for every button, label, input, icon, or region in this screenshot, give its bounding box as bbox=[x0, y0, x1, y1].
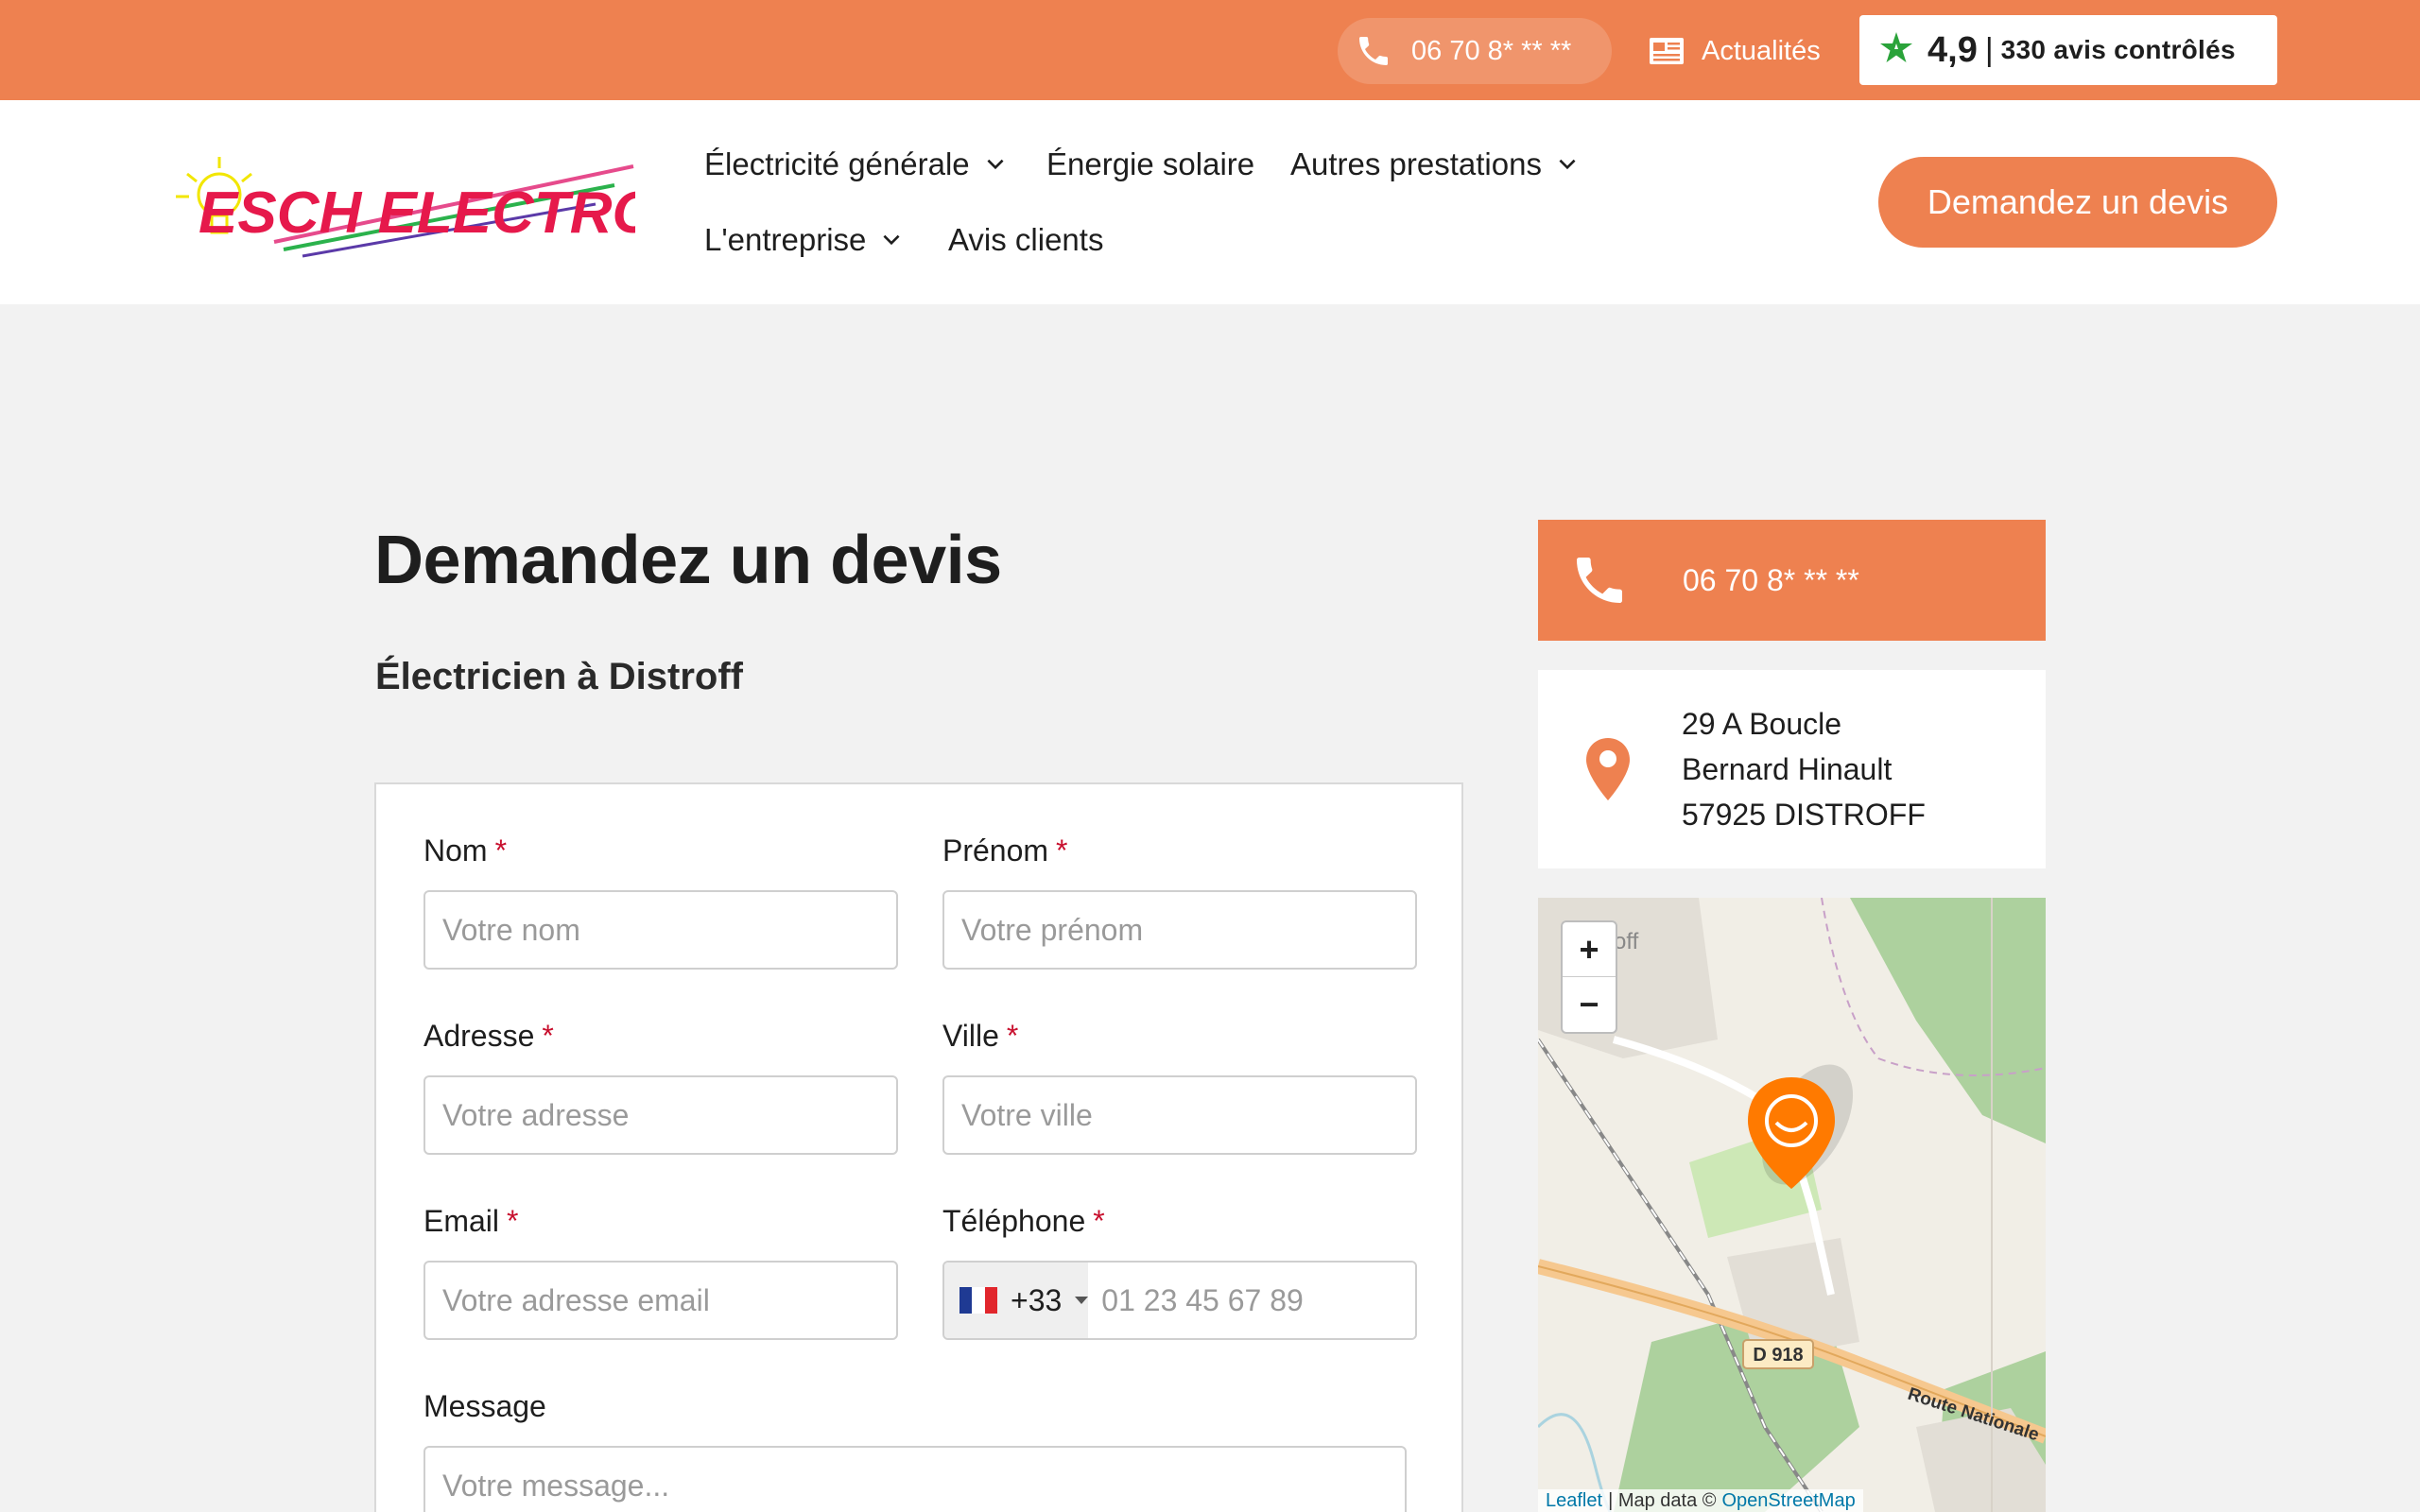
topbar-phone-number: 06 70 8* ** ** bbox=[1411, 35, 1572, 66]
road-label-d918: D 918 bbox=[1753, 1345, 1803, 1366]
nav-label: Autres prestations bbox=[1290, 146, 1542, 181]
nav-entreprise[interactable]: L'entreprise bbox=[704, 216, 904, 264]
sidebar-phone-number: 06 70 8* ** ** bbox=[1683, 562, 1859, 597]
topbar-phone-button[interactable]: 06 70 8* ** ** bbox=[1338, 18, 1612, 84]
sidebar-address: 29 A Boucle Bernard Hinault 57925 DISTRO… bbox=[1538, 670, 2046, 868]
nav-label: Électricité générale bbox=[704, 146, 970, 181]
address-lines: 29 A Boucle Bernard Hinault 57925 DISTRO… bbox=[1682, 701, 1926, 837]
chevron-down-icon bbox=[883, 234, 900, 246]
attribution-text: | Map data © bbox=[1608, 1489, 1717, 1511]
nav-avis-clients[interactable]: Avis clients bbox=[948, 216, 1103, 264]
nav-label: Énergie solaire bbox=[1046, 146, 1255, 181]
nav-label: Avis clients bbox=[948, 222, 1104, 257]
leaflet-link[interactable]: Leaflet bbox=[1546, 1490, 1602, 1512]
caret-down-icon bbox=[1075, 1297, 1089, 1304]
first-name-input[interactable] bbox=[942, 890, 1417, 970]
zoom-control: + − bbox=[1561, 920, 1617, 1034]
rating-separator: | bbox=[1984, 31, 1994, 68]
zoom-in-button[interactable]: + bbox=[1563, 922, 1616, 977]
message-input[interactable] bbox=[424, 1446, 1407, 1512]
nav-electricite-generale[interactable]: Électricité générale bbox=[704, 141, 1008, 188]
phone-field: +33 bbox=[942, 1261, 1417, 1340]
map-attribution: Leaflet | Map data © OpenStreetMap bbox=[1538, 1489, 1863, 1512]
email-input[interactable] bbox=[424, 1261, 898, 1340]
required-mark: * bbox=[1006, 1019, 1019, 1053]
chevron-down-icon bbox=[1559, 159, 1576, 170]
city-label: Ville * bbox=[942, 1019, 1019, 1053]
newspaper-icon bbox=[1650, 38, 1684, 64]
quote-form: Nom* Prénom* Adresse* Ville* Email* Télé… bbox=[374, 782, 1463, 1512]
phone-icon bbox=[1359, 37, 1388, 65]
phone-input[interactable] bbox=[1088, 1263, 1415, 1338]
osm-link[interactable]: OpenStreetMap bbox=[1722, 1490, 1856, 1512]
logo-text: ESCH ELECTRO bbox=[199, 180, 635, 246]
sidebar-phone-button[interactable]: 06 70 8* ** ** bbox=[1538, 520, 2046, 641]
nav-autres-prestations[interactable]: Autres prestations bbox=[1290, 141, 1580, 188]
rating-badge[interactable]: 4,9 | 330 avis contrôlés bbox=[1859, 15, 2277, 85]
company-logo[interactable]: ESCH ELECTRO bbox=[142, 138, 635, 270]
review-star-icon bbox=[1880, 32, 1912, 62]
top-bar: 06 70 8* ** ** Actualités 4,9 | 330 avis… bbox=[0, 0, 2420, 100]
address-input[interactable] bbox=[424, 1075, 898, 1155]
site-header: ESCH ELECTRO Électricité générale Énergi… bbox=[0, 100, 2420, 304]
zoom-out-button[interactable]: − bbox=[1563, 977, 1616, 1032]
phone-label: Téléphone * bbox=[942, 1204, 1105, 1238]
required-mark: * bbox=[507, 1204, 519, 1238]
country-code-select[interactable]: +33 bbox=[944, 1263, 1089, 1338]
rating-reviews: 330 avis contrôlés bbox=[2000, 35, 2236, 64]
last-name-input[interactable] bbox=[424, 890, 898, 970]
message-label: Message bbox=[424, 1389, 546, 1423]
news-link[interactable]: Actualités bbox=[1649, 28, 1821, 74]
address-line: 29 A Boucle bbox=[1682, 707, 1842, 741]
rating-score: 4,9 bbox=[1927, 29, 1978, 70]
phone-icon bbox=[1577, 558, 1622, 603]
dial-code: +33 bbox=[1011, 1282, 1063, 1317]
city-input[interactable] bbox=[942, 1075, 1417, 1155]
required-mark: * bbox=[542, 1019, 554, 1053]
news-label: Actualités bbox=[1702, 35, 1821, 66]
location-map[interactable]: D 918 Route Nationale off + − Leaflet | … bbox=[1538, 898, 2046, 1512]
required-mark: * bbox=[1056, 833, 1068, 868]
last-name-label: Nom * bbox=[424, 833, 508, 868]
required-mark: * bbox=[494, 833, 508, 868]
france-flag-icon bbox=[959, 1287, 997, 1314]
request-quote-button[interactable]: Demandez un devis bbox=[1878, 157, 2277, 248]
address-label: Adresse * bbox=[424, 1019, 554, 1053]
address-line: 57925 DISTROFF bbox=[1682, 798, 1926, 832]
email-label: Email * bbox=[424, 1204, 519, 1238]
nav-label: L'entreprise bbox=[704, 222, 867, 257]
required-mark: * bbox=[1093, 1204, 1105, 1238]
page-title: Demandez un devis bbox=[374, 523, 1002, 598]
nav-energie-solaire[interactable]: Énergie solaire bbox=[1046, 141, 1254, 188]
chevron-down-icon bbox=[987, 159, 1004, 170]
location-pin-icon bbox=[1586, 738, 1630, 800]
page-subtitle: Électricien à Distroff bbox=[375, 656, 744, 697]
first-name-label: Prénom * bbox=[942, 833, 1068, 868]
address-line: Bernard Hinault bbox=[1682, 752, 1893, 786]
